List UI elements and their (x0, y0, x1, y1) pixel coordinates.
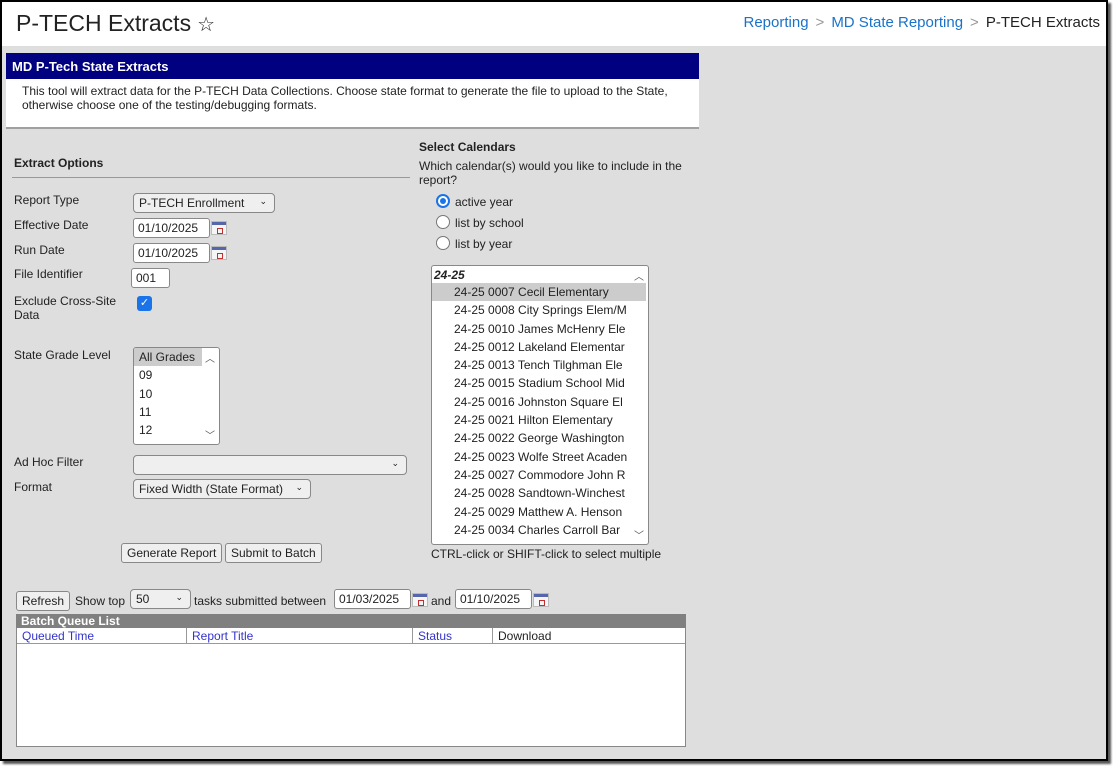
format-select[interactable]: Fixed Width (State Format) ⌄ (133, 479, 311, 499)
effective-date-label: Effective Date (14, 218, 89, 232)
grade-option[interactable]: 10 (134, 385, 219, 403)
show-top-value: 50 (136, 592, 150, 606)
column-status[interactable]: Status (413, 628, 493, 643)
batch-start-date-input[interactable]: 01/03/2025 (334, 589, 411, 609)
state-grade-level-label: State Grade Level (14, 348, 111, 362)
calendar-option[interactable]: 24-25 0016 Johnston Square El (432, 393, 648, 411)
batch-end-date-input[interactable]: 01/10/2025 (455, 589, 532, 609)
calendar-icon[interactable] (211, 246, 227, 260)
chevron-down-icon: ⌄ (175, 592, 183, 602)
radio-active-year[interactable] (436, 194, 450, 208)
calendar-option[interactable]: 24-25 0013 Tench Tilghman Ele (432, 356, 648, 374)
column-report-title[interactable]: Report Title (187, 628, 413, 643)
column-download: Download (498, 629, 552, 643)
grade-option[interactable]: All Grades (134, 348, 202, 367)
scroll-down-icon[interactable]: ﹀ (205, 427, 215, 442)
batch-queue-table: Queued Time Report Title Status Download (16, 628, 686, 747)
ad-hoc-filter-select[interactable]: ⌄ (133, 455, 407, 475)
calendar-option[interactable]: 24-25 0015 Stadium School Mid (432, 374, 648, 392)
breadcrumb-current: P-TECH Extracts (985, 14, 1100, 31)
report-type-select[interactable]: P-TECH Enrollment ⌄ (133, 193, 275, 213)
star-outline-icon[interactable]: ☆ (197, 14, 215, 36)
calendar-option[interactable]: 24-25 0022 George Washington (432, 429, 648, 447)
page-title-text: P-TECH Extracts (16, 10, 192, 36)
radio-list-by-year[interactable] (436, 236, 450, 250)
chevron-down-icon: ⌄ (391, 458, 399, 468)
generate-report-button[interactable]: Generate Report (121, 543, 223, 563)
show-top-select[interactable]: 50 ⌄ (130, 589, 191, 609)
section-divider (12, 177, 410, 178)
extract-options-title: Extract Options (14, 156, 104, 170)
scroll-up-icon[interactable]: ︿ (205, 350, 215, 365)
and-label: and (431, 594, 452, 608)
refresh-button[interactable]: Refresh (16, 591, 71, 611)
chevron-down-icon: ⌄ (259, 196, 267, 206)
tasks-between-label: tasks submitted between (194, 594, 327, 608)
calendar-option[interactable]: 24-25 0010 James McHenry Ele (432, 320, 648, 338)
app-window: P-TECH Extracts ☆ Reporting > MD State Repo… (0, 0, 1108, 761)
calendar-question: Which calendar(s) would you like to incl… (419, 159, 682, 187)
breadcrumb: Reporting > MD State Reporting > P-TECH Extr… (744, 14, 1101, 31)
panel-description: This tool will extract data for the P-TE… (6, 79, 699, 129)
report-type-label: Report Type (14, 193, 80, 207)
exclude-cross-site-label-line1: Exclude Cross-Site (14, 294, 117, 308)
calendar-option[interactable]: 24-25 0008 City Springs Elem/M (432, 301, 648, 319)
calendar-option[interactable]: 24-25 0021 Hilton Elementary (432, 411, 648, 429)
file-identifier-input[interactable]: 001 (131, 268, 170, 288)
description-line-2: otherwise choose one of the testing/debu… (22, 98, 317, 112)
chevron-down-icon: ⌄ (295, 482, 303, 492)
ad-hoc-filter-label: Ad Hoc Filter (14, 455, 84, 469)
calendar-select-hint: CTRL-click or SHIFT-click to select mult… (431, 547, 662, 561)
exclude-cross-site-label-line2: Data (14, 308, 40, 322)
format-value: Fixed Width (State Format) (139, 482, 284, 496)
radio-list-by-school-label[interactable]: list by school (455, 216, 524, 230)
batch-queue-columns: Queued Time Report Title Status Download (17, 628, 685, 644)
breadcrumb-reporting[interactable]: Reporting (744, 14, 809, 31)
calendar-option[interactable]: 24-25 0029 Matthew A. Henson (432, 503, 648, 521)
radio-active-year-label[interactable]: active year (455, 195, 513, 209)
radio-list-by-school[interactable] (436, 215, 450, 229)
calendar-option[interactable]: 24-25 0007 Cecil Elementary (432, 283, 646, 302)
panel-title: MD P-Tech State Extracts (6, 53, 699, 79)
batch-queue-title: Batch Queue List (16, 614, 686, 628)
calendar-option[interactable]: 24-25 0012 Lakeland Elementar (432, 338, 648, 356)
radio-list-by-year-label[interactable]: list by year (455, 237, 512, 251)
calendar-option[interactable]: 24-25 0027 Commodore John R (432, 466, 648, 484)
calendar-icon[interactable] (412, 593, 428, 607)
submit-to-batch-button[interactable]: Submit to Batch (225, 543, 322, 563)
chevron-right-icon: > (815, 14, 825, 31)
calendar-icon[interactable] (211, 221, 227, 235)
page-title: P-TECH Extracts ☆ (16, 10, 215, 37)
select-calendars-title: Select Calendars (419, 140, 516, 154)
chevron-right-icon: > (970, 14, 979, 31)
grade-option[interactable]: 11 (134, 403, 219, 421)
page-header: P-TECH Extracts ☆ Reporting > MD State Repo… (2, 2, 1106, 46)
run-date-label: Run Date (14, 243, 65, 257)
run-date-input[interactable]: 01/10/2025 (133, 243, 210, 263)
calendar-option[interactable]: 24-25 0034 Charles Carroll Bar (432, 521, 648, 539)
effective-date-input[interactable]: 01/10/2025 (133, 218, 210, 238)
calendar-group-label: 24-25 (434, 268, 465, 282)
calendar-icon[interactable] (533, 593, 549, 607)
column-queued-time[interactable]: Queued Time (17, 628, 187, 643)
breadcrumb-md-state-reporting[interactable]: MD State Reporting (831, 14, 963, 31)
exclude-cross-site-label: Exclude Cross-Site Data (14, 294, 116, 322)
format-label: Format (14, 480, 53, 494)
calendar-option[interactable]: 24-25 0028 Sandtown-Winchest (432, 484, 648, 502)
grade-option[interactable]: 09 (134, 366, 219, 384)
calendar-listbox[interactable]: 24-25 24-25 0007 Cecil Elementary 24-25 … (431, 265, 649, 545)
description-line-1: This tool will extract data for the P-TE… (22, 84, 668, 98)
exclude-cross-site-checkbox[interactable]: ✓ (137, 296, 152, 311)
state-grade-level-listbox[interactable]: All Grades 09 10 11 12 ︿ ﹀ (133, 347, 220, 445)
calendar-question-line1: Which calendar(s) would you like to incl… (419, 159, 682, 173)
show-top-label: Show top (75, 594, 126, 608)
file-identifier-label: File Identifier (14, 267, 83, 281)
calendar-question-line2: report? (419, 173, 458, 187)
calendar-option[interactable]: 24-25 0023 Wolfe Street Acaden (432, 448, 648, 466)
scroll-down-icon[interactable]: ﹀ (634, 527, 644, 542)
scroll-up-icon[interactable]: ︿ (634, 268, 644, 283)
report-type-value: P-TECH Enrollment (139, 196, 245, 210)
